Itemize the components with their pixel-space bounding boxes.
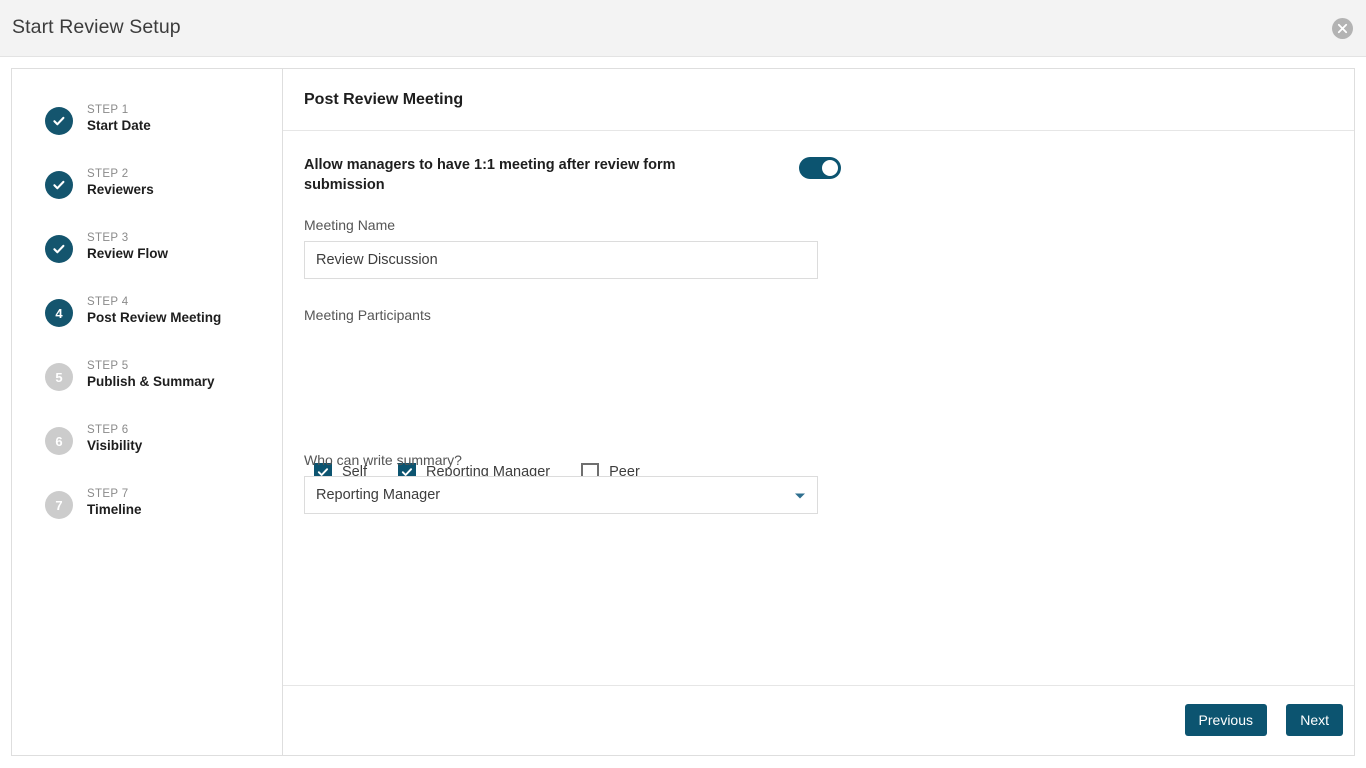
step-1-kicker: STEP 1 <box>87 104 129 116</box>
step-6-kicker: STEP 6 <box>87 424 129 436</box>
step-6-number: 6 <box>55 433 63 449</box>
step-2-kicker: STEP 2 <box>87 168 129 180</box>
step-6-number-badge: 6 <box>45 427 73 455</box>
window-header: Start Review Setup <box>0 0 1366 57</box>
step-7-text: STEP 7 Timeline <box>87 488 142 517</box>
step-4-number: 4 <box>55 305 63 321</box>
step-5-kicker: STEP 5 <box>87 360 129 372</box>
step-content: Post Review Meeting Allow managers to ha… <box>283 69 1354 755</box>
wizard-footer: Previous Next <box>283 685 1354 755</box>
step-1-text: STEP 1 Start Date <box>87 104 151 133</box>
page-title: Start Review Setup <box>12 16 181 38</box>
step-5-number: 5 <box>55 369 63 385</box>
step-3-label: Review Flow <box>87 246 169 262</box>
post-review-meeting-form: Allow managers to have 1:1 meeting after… <box>283 131 1354 685</box>
step-7-kicker: STEP 7 <box>87 488 129 500</box>
step-5-label: Publish & Summary <box>87 374 215 390</box>
step-5-text: STEP 5 Publish & Summary <box>87 360 215 389</box>
sidebar-step-3[interactable]: STEP 3 Review Flow <box>45 232 168 263</box>
meeting-name-label: Meeting Name <box>304 217 396 233</box>
sidebar-step-7[interactable]: 7 STEP 7 Timeline <box>45 488 142 519</box>
close-icon[interactable] <box>1332 18 1353 39</box>
step-2-status-icon <box>45 171 73 199</box>
step-7-number-badge: 7 <box>45 491 73 519</box>
step-4-text: STEP 4 Post Review Meeting <box>87 296 221 325</box>
step-7-number: 7 <box>55 497 63 513</box>
summary-writer-value: Reporting Manager <box>316 487 441 503</box>
content-title: Post Review Meeting <box>304 91 464 108</box>
summary-writer-label: Who can write summary? <box>304 452 462 468</box>
meeting-participants-label: Meeting Participants <box>304 307 431 323</box>
step-3-text: STEP 3 Review Flow <box>87 232 168 261</box>
step-6-text: STEP 6 Visibility <box>87 424 142 453</box>
step-2-text: STEP 2 Reviewers <box>87 168 154 197</box>
sidebar-step-6[interactable]: 6 STEP 6 Visibility <box>45 424 142 455</box>
step-4-number-badge: 4 <box>45 299 73 327</box>
step-3-kicker: STEP 3 <box>87 232 129 244</box>
step-4-label: Post Review Meeting <box>87 310 222 326</box>
step-1-status-icon <box>45 107 73 135</box>
setup-wizard-panel: STEP 1 Start Date STEP 2 Reviewers STEP … <box>11 68 1355 756</box>
step-4-kicker: STEP 4 <box>87 296 129 308</box>
toggle-knob <box>822 160 838 176</box>
sidebar-step-2[interactable]: STEP 2 Reviewers <box>45 168 154 199</box>
content-header: Post Review Meeting <box>283 69 1354 131</box>
step-2-label: Reviewers <box>87 182 154 198</box>
step-sidebar: STEP 1 Start Date STEP 2 Reviewers STEP … <box>12 69 283 755</box>
allow-meeting-label: Allow managers to have 1:1 meeting after… <box>304 157 676 194</box>
step-6-label: Visibility <box>87 438 143 454</box>
allow-meeting-toggle[interactable] <box>799 157 841 179</box>
meeting-name-input[interactable] <box>304 241 818 279</box>
step-1-label: Start Date <box>87 118 151 134</box>
step-5-number-badge: 5 <box>45 363 73 391</box>
previous-button[interactable]: Previous <box>1184 704 1267 736</box>
next-button[interactable]: Next <box>1286 704 1343 736</box>
summary-writer-select[interactable]: Reporting Manager <box>304 476 818 514</box>
sidebar-step-5[interactable]: 5 STEP 5 Publish & Summary <box>45 360 215 391</box>
sidebar-step-1[interactable]: STEP 1 Start Date <box>45 104 151 135</box>
sidebar-step-4[interactable]: 4 STEP 4 Post Review Meeting <box>45 296 221 327</box>
step-3-status-icon <box>45 235 73 263</box>
step-7-label: Timeline <box>87 502 142 518</box>
chevron-down-icon <box>794 492 806 500</box>
